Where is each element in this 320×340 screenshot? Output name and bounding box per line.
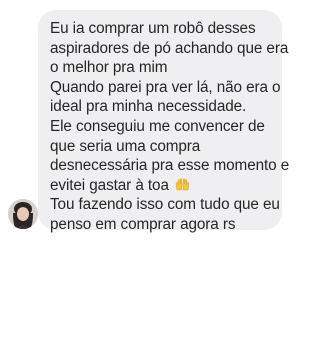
message-line: ideal pra minha necessidade. (50, 98, 247, 116)
message-line: desnecessária pra esse momento e (50, 157, 290, 175)
raising-hands-icon (175, 178, 190, 190)
message-text: Eu ia comprar um robô desses aspiradores… (50, 19, 290, 235)
avatar[interactable] (8, 199, 38, 229)
message-line: o melhor pra mim (50, 59, 168, 77)
message-thread: Eu ia comprar um robô desses aspiradores… (0, 0, 320, 340)
message-line: que seria uma compra (50, 137, 201, 155)
message-line: Tou fazendo isso com tudo que eu (50, 196, 280, 214)
message-bubble[interactable]: Eu ia comprar um robô desses aspiradores… (38, 10, 289, 233)
message-line: Quando parei pra ver lá, não era o (50, 78, 281, 96)
message-line-with-emoji: evitei gastar à toa (50, 176, 272, 196)
message-line: aspiradores de pó achando que era (50, 39, 289, 57)
message-line: Ele conseguiu me convencer de (50, 117, 265, 135)
message-line: Eu ia comprar um robô desses (50, 20, 256, 37)
message-line: penso em comprar agora rs (50, 215, 236, 233)
message-line: evitei gastar à toa (50, 176, 169, 194)
avatar-photo-icon (8, 199, 38, 229)
